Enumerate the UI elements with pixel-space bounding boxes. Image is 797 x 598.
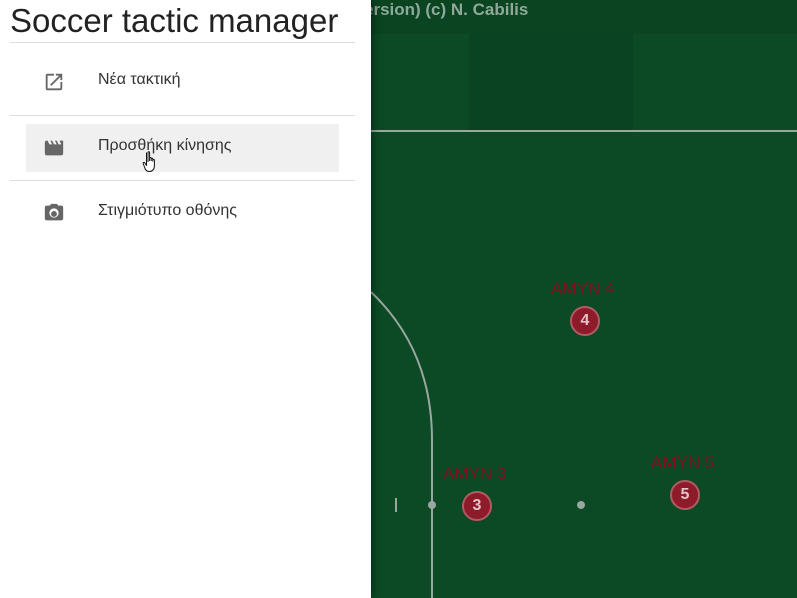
player-label: ΑΜΥΝ 4 (551, 279, 615, 298)
player-marker[interactable]: 4 (570, 306, 600, 336)
menu-item-screenshot[interactable]: Στιγμιότυπο οθόνης (26, 189, 339, 237)
penalty-spot (428, 501, 436, 509)
menu-item-label: Στιγμιότυπο οθόνης (98, 202, 237, 219)
divider (10, 180, 355, 181)
menu-item-new-tactic[interactable]: Νέα τακτική (26, 58, 339, 106)
divider (10, 42, 355, 43)
navigation-drawer: Soccer tactic manager Νέα τακτική Προσθή… (0, 0, 371, 598)
hand-pointer-cursor-icon (142, 151, 155, 172)
pitch-spot (577, 501, 585, 509)
drawer-title: Soccer tactic manager (10, 2, 339, 39)
player-label: ΑΜΥΝ 3 (443, 464, 507, 483)
divider (10, 115, 355, 116)
penalty-area-arc (370, 291, 433, 598)
movie-clapperboard-icon (44, 140, 64, 156)
menu-item-label: Προσθήκη κίνησης (98, 137, 232, 154)
player-marker[interactable]: 5 (670, 480, 700, 510)
menu-item-add-move[interactable]: Προσθήκη κίνησης (26, 124, 339, 172)
player-marker[interactable]: 3 (462, 491, 492, 521)
player-label: ΑΜΥΝ 5 (651, 453, 715, 472)
camera-icon (44, 203, 64, 221)
menu-item-label: Νέα τακτική (98, 71, 181, 88)
open-in-new-icon (45, 73, 63, 91)
